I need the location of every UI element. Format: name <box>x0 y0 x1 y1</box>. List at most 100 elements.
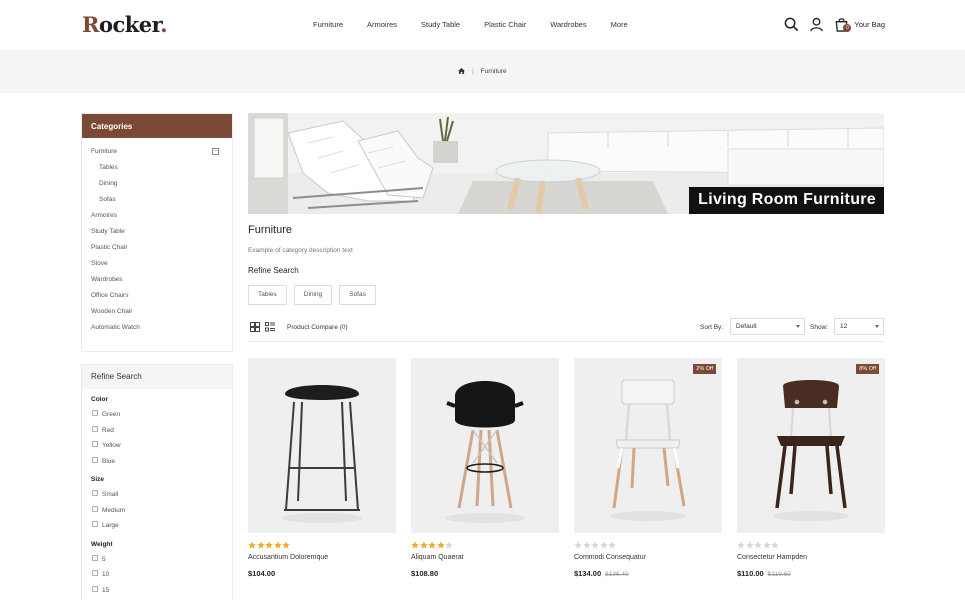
cart-label: Your Bag <box>854 20 885 29</box>
checkbox[interactable] <box>92 456 98 463</box>
refine-tags: Tables Dining Sofas <box>248 285 383 305</box>
weight-filter-option[interactable]: 5 <box>91 552 232 568</box>
show-select[interactable]: 12 <box>834 318 884 335</box>
checkbox[interactable] <box>92 521 98 527</box>
product-price: $110.00 $119.60 <box>737 569 791 578</box>
refine-tag-dining[interactable]: Dining <box>293 285 333 305</box>
refine-tag-sofas[interactable]: Sofas <box>339 285 376 305</box>
category-label: Plastic Chair <box>91 244 128 251</box>
checkbox[interactable] <box>92 410 98 416</box>
product-image[interactable]: 2% Off <box>574 358 722 533</box>
product-card[interactable]: 8% Off Consectetur Hampden $110.00 $119.6… <box>737 358 885 578</box>
product-card[interactable]: 2% Off Commodi Consequatur $134.00 $136.4… <box>574 358 722 578</box>
product-compare-link[interactable]: Product Compare (0) <box>287 324 348 331</box>
category-item[interactable]: Study Table <box>82 224 232 240</box>
product-name[interactable]: Commodi Consequatur <box>574 554 722 561</box>
rating-stars <box>248 541 396 549</box>
category-list: Furniture − Tables Dining Sofas Armoires Study… <box>82 138 232 336</box>
product-image[interactable] <box>248 358 396 533</box>
home-icon[interactable] <box>458 68 466 74</box>
checkbox[interactable] <box>92 441 98 447</box>
page-title: Furniture <box>248 224 293 236</box>
filter-option-label: Red <box>102 426 114 434</box>
category-item[interactable]: Plastic Chair <box>82 240 232 256</box>
category-item[interactable]: Wooden Chair <box>82 304 232 320</box>
rating-stars <box>574 541 722 549</box>
category-label: Wardrobes <box>91 276 123 283</box>
color-filter-option[interactable]: Yellow <box>91 438 232 454</box>
rating-stars <box>411 541 559 549</box>
refine-search-title: Refine Search <box>82 365 232 389</box>
category-item[interactable]: Office Chairs <box>82 288 232 304</box>
nav-item-armoires[interactable]: Armoires <box>367 20 397 29</box>
grid-view-icon[interactable] <box>250 322 260 332</box>
category-item[interactable]: Stove <box>82 256 232 272</box>
sort-select[interactable]: Default <box>730 318 805 335</box>
size-filter-option[interactable]: Small <box>91 487 232 503</box>
star-icon <box>582 541 591 549</box>
product-card[interactable]: Aliquam Quaerat $108.80 <box>411 358 559 578</box>
category-item[interactable]: Tables <box>82 160 232 176</box>
filter-option-label: Large <box>102 522 119 529</box>
star-icon <box>282 541 290 549</box>
category-item[interactable]: Dining <box>82 176 232 192</box>
category-item[interactable]: Furniture − <box>82 144 232 160</box>
product-name[interactable]: Consectetur Hampden <box>737 554 885 561</box>
nav-item-plastic-chair[interactable]: Plastic Chair <box>484 20 526 29</box>
category-item[interactable]: Wardrobes <box>82 272 232 288</box>
product-price: $104.00 <box>248 569 276 578</box>
product-image[interactable] <box>411 358 559 533</box>
filter-option-label: Blue <box>102 457 116 465</box>
collapse-icon[interactable]: − <box>212 148 219 155</box>
user-icon[interactable] <box>809 17 824 32</box>
weight-filter-option[interactable]: 10 <box>91 567 232 583</box>
chevron-down-icon <box>875 325 879 328</box>
cart-button[interactable]: 0 Your Bag <box>834 17 885 32</box>
filter-groups: Color Green Red Yellow Blue Size Small Medium La… <box>82 393 232 598</box>
category-label: Armoires <box>91 212 118 219</box>
nav-item-wardrobes[interactable]: Wardrobes <box>550 20 586 29</box>
color-filter-option[interactable]: Green <box>91 407 232 423</box>
rating-stars <box>737 541 885 549</box>
product-card[interactable]: Accusantium Doloremque $104.00 <box>248 358 396 578</box>
color-filter-option[interactable]: Blue <box>91 454 232 470</box>
checkbox[interactable] <box>92 585 98 592</box>
star-icon <box>265 541 273 549</box>
category-item[interactable]: Automatic Watch <box>82 320 232 336</box>
nav-item-more[interactable]: More <box>611 20 628 29</box>
product-name[interactable]: Accusantium Doloremque <box>248 554 396 561</box>
weight-filter-title: Weight <box>91 540 113 548</box>
category-item[interactable]: Armoires <box>82 208 232 224</box>
nav-item-study-table[interactable]: Study Table <box>421 20 460 29</box>
nav-item-furniture[interactable]: Furniture <box>313 20 343 29</box>
site-logo[interactable]: Rocker. <box>82 12 168 37</box>
filter-option-label: Small <box>102 491 119 498</box>
product-price: $134.00 $136.40 <box>574 569 629 578</box>
product-name[interactable]: Aliquam Quaerat <box>411 554 559 561</box>
category-label: Stove <box>91 260 108 267</box>
star-icon <box>754 541 762 549</box>
category-item[interactable]: Sofas <box>82 192 232 208</box>
walnut-chair-image <box>773 380 849 521</box>
list-view-icon[interactable] <box>265 322 275 332</box>
category-label: Furniture <box>91 148 118 155</box>
category-label: Sofas <box>99 196 116 203</box>
weight-filter-option[interactable]: 15 <box>91 583 232 599</box>
color-filter-option[interactable]: Red <box>91 423 232 439</box>
checkbox[interactable] <box>92 570 98 576</box>
star-icon <box>762 541 771 549</box>
refine-tag-tables[interactable]: Tables <box>248 285 287 305</box>
size-filter-option[interactable]: Large <box>91 518 232 534</box>
size-filter-option[interactable]: Medium <box>91 503 232 519</box>
product-image[interactable]: 8% Off <box>737 358 885 533</box>
star-icon <box>419 541 428 549</box>
checkbox[interactable] <box>92 490 98 496</box>
search-icon[interactable] <box>784 17 799 32</box>
checkbox[interactable] <box>92 425 98 432</box>
header-actions: 0 Your Bag <box>774 17 885 32</box>
checkbox[interactable] <box>92 554 98 561</box>
checkbox[interactable] <box>92 505 98 512</box>
star-icon <box>574 541 582 549</box>
filter-option-label: 15 <box>102 586 110 594</box>
main-nav: Furniture Armoires Study Table Plastic C… <box>313 20 652 29</box>
